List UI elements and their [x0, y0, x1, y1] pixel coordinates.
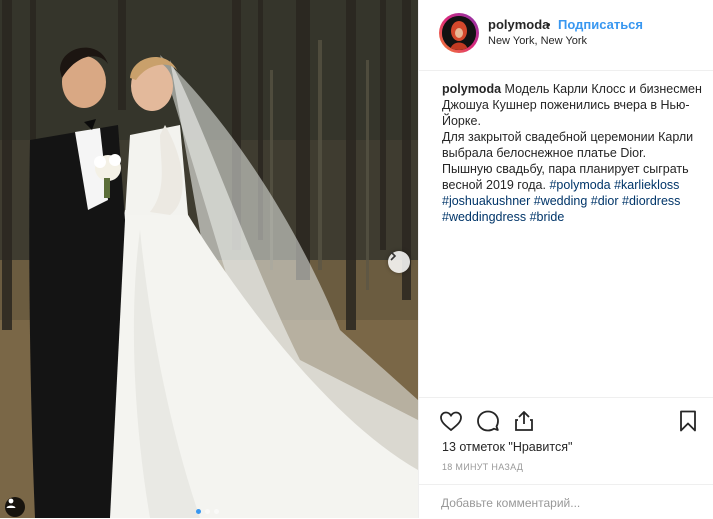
hashtag-link[interactable]: #bride: [530, 210, 565, 224]
comment-button[interactable]: [476, 409, 500, 433]
post-photo[interactable]: [0, 0, 418, 518]
location-link[interactable]: New York, New York: [488, 35, 587, 47]
hashtag-link[interactable]: #polymoda: [549, 178, 610, 192]
avatar[interactable]: [439, 13, 479, 53]
hashtag-link[interactable]: #wedding: [534, 194, 588, 208]
hashtag-link[interactable]: #diordress: [622, 194, 680, 208]
post-header: polymoda • Подписаться New York, New Yor…: [419, 0, 713, 71]
hashtag-link[interactable]: #joshuakushner: [442, 194, 530, 208]
hashtag-link[interactable]: #karliekloss: [614, 178, 679, 192]
user-icon: [6, 498, 16, 508]
post-details-panel: polymoda • Подписаться New York, New Yor…: [418, 0, 713, 518]
comment-bar: [419, 484, 713, 519]
next-photo-button[interactable]: [388, 251, 410, 273]
tagged-users-button[interactable]: [5, 497, 25, 517]
likes-count[interactable]: 13 отметок "Нравится": [442, 440, 572, 454]
action-bar: [419, 397, 713, 438]
separator-dot: •: [546, 17, 551, 32]
username-link[interactable]: polymoda: [488, 17, 549, 32]
share-icon: [515, 411, 533, 431]
profile-picture-icon: [442, 16, 476, 50]
share-button[interactable]: [512, 409, 536, 433]
chevron-right-icon: [390, 251, 397, 261]
comment-input[interactable]: [441, 494, 691, 512]
bookmark-button[interactable]: [676, 409, 700, 433]
caption-username[interactable]: polymoda: [442, 82, 501, 96]
wedding-photo: [0, 0, 418, 518]
comment-icon: [477, 410, 499, 432]
heart-icon: [440, 411, 462, 432]
post-timestamp[interactable]: 18 МИНУТ НАЗАД: [442, 462, 523, 472]
bookmark-icon: [680, 410, 696, 432]
carousel-dot: [214, 509, 219, 514]
follow-button[interactable]: Подписаться: [558, 17, 643, 32]
carousel-indicator: [196, 509, 219, 514]
carousel-dot: [205, 509, 210, 514]
hashtag-link[interactable]: #dior: [591, 194, 619, 208]
caption-text-line: Для закрытой свадебной церемонии Карли в…: [442, 130, 694, 160]
hashtag-link[interactable]: #weddingdress: [442, 210, 526, 224]
carousel-dot: [196, 509, 201, 514]
like-button[interactable]: [439, 409, 463, 433]
post-caption: polymoda Модель Карли Клосс и бизнесмен …: [442, 81, 704, 225]
avatar-image: [442, 16, 476, 50]
